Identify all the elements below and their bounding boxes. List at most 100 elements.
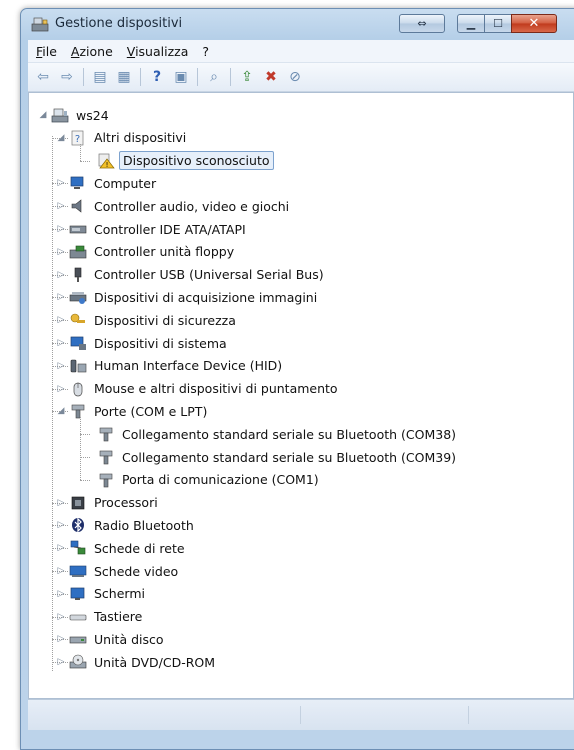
toolbar-separator <box>197 68 198 86</box>
menu-azione[interactable]: Azione <box>71 44 113 59</box>
help-icon[interactable]: ? <box>146 67 168 87</box>
expand-arrow-icon[interactable]: ▷ <box>57 589 65 599</box>
tree-category-unit-dvd-cd-rom[interactable]: ▷ Unità DVD/CD-ROM <box>58 651 218 673</box>
view-icon[interactable]: ▦ <box>113 67 135 87</box>
device-tree[interactable]: ◢ ws24 ◢? Altri dispositivi! Dispositivo sco… <box>28 92 574 699</box>
resize-button[interactable]: ⇔ <box>399 14 445 33</box>
tree-device-dispositivo-sconosciuto[interactable]: ! Dispositivo sconosciuto <box>97 150 274 172</box>
processor-icon <box>69 495 87 511</box>
port-icon <box>97 426 115 442</box>
disk-drive-icon <box>69 631 87 647</box>
tree-category-schermi[interactable]: ▷ Schermi <box>58 583 148 605</box>
monitor-icon <box>69 586 87 602</box>
tree-item-label: Tastiere <box>94 609 143 625</box>
tree-item-label: Processori <box>94 495 158 511</box>
expand-arrow-icon[interactable]: ▷ <box>57 224 65 234</box>
expand-arrow-icon[interactable]: ▷ <box>57 612 65 622</box>
tree-item-label: Computer <box>94 175 157 191</box>
console-icon[interactable]: ▣ <box>170 67 192 87</box>
tree-item-label: Human Interface Device (HID) <box>94 358 283 374</box>
maximize-icon: ☐ <box>493 17 503 30</box>
tree-category-controller-ide-ata-atapi[interactable]: ▷ Controller IDE ATA/ATAPI <box>58 218 249 240</box>
expand-arrow-icon[interactable]: ▷ <box>57 315 65 325</box>
expand-arrow-icon[interactable]: ▷ <box>57 498 65 508</box>
tree-category-human-interface-device-hid[interactable]: ▷ Human Interface Device (HID) <box>58 355 285 377</box>
tree-category-schede-di-rete[interactable]: ▷ Schede di rete <box>58 537 188 559</box>
tree-category-computer[interactable]: ▷ Computer <box>58 172 159 194</box>
expand-arrow-icon[interactable]: ▷ <box>57 270 65 280</box>
expand-arrow-icon[interactable]: ▷ <box>57 201 65 211</box>
warning-device-icon: ! <box>97 153 115 169</box>
status-divider <box>468 706 469 724</box>
tree-connector-line <box>80 143 81 161</box>
expand-arrow-icon[interactable]: ▷ <box>57 520 65 530</box>
computer-icon <box>69 175 87 191</box>
close-icon: ✕ <box>528 16 540 31</box>
title-bar[interactable]: Gestione dispositivi ⇔ ▁ ☐ ✕ <box>21 9 574 39</box>
expand-arrow-icon[interactable]: ▷ <box>57 566 65 576</box>
tree-item-label: Altri dispositivi <box>94 130 187 146</box>
dvd-drive-icon <box>69 654 87 670</box>
expand-arrow-icon[interactable]: ▷ <box>57 338 65 348</box>
status-divider <box>300 706 301 724</box>
expand-arrow-icon[interactable]: ▷ <box>57 247 65 257</box>
tree-connector-line <box>80 457 90 458</box>
expand-arrow-icon[interactable]: ▷ <box>57 361 65 371</box>
tree-category-radio-bluetooth[interactable]: ▷ Radio Bluetooth <box>58 514 197 536</box>
uninstall-device-icon[interactable]: ✖ <box>260 67 282 87</box>
tree-category-tastiere[interactable]: ▷ Tastiere <box>58 606 145 628</box>
tree-device-porta-di-comunicazione-com1[interactable]: Porta di comunicazione (COM1) <box>97 469 322 491</box>
tree-item-label: Schede di rete <box>94 540 185 556</box>
tree-category-controller-audio-video-e-giochi[interactable]: ▷ Controller audio, video e giochi <box>58 195 292 217</box>
tree-item-label: Schede video <box>94 563 179 579</box>
tree-item-label: Radio Bluetooth <box>94 517 194 533</box>
expand-arrow-icon[interactable]: ▷ <box>57 384 65 394</box>
disable-device-icon[interactable]: ⊘ <box>284 67 306 87</box>
tree-category-dispositivi-di-sicurezza[interactable]: ▷ Dispositivi di sicurezza <box>58 309 239 331</box>
minimize-icon: ▁ <box>466 17 476 30</box>
computer-root-icon <box>51 107 69 123</box>
collapse-arrow-icon[interactable]: ◢ <box>57 406 65 416</box>
tree-category-altri-dispositivi[interactable]: ◢? Altri dispositivi <box>58 127 189 149</box>
tree-item-label: Porta di comunicazione (COM1) <box>122 472 319 488</box>
update-driver-icon[interactable]: ⇪ <box>236 67 258 87</box>
tree-device-collegamento-standard-seriale-su-bluetooth-com38[interactable]: Collegamento standard seriale su Bluetoo… <box>97 423 459 445</box>
expand-arrow-icon[interactable]: ▷ <box>57 657 65 667</box>
minimize-button[interactable]: ▁ <box>457 14 485 33</box>
tree-item-label: Unità DVD/CD-ROM <box>94 654 216 670</box>
tree-category-porte-com-e-lpt[interactable]: ◢ Porte (COM e LPT) <box>58 400 210 422</box>
expand-arrow-icon[interactable]: ▷ <box>57 634 65 644</box>
maximize-button[interactable]: ☐ <box>484 14 512 33</box>
expand-arrow-icon[interactable]: ▷ <box>57 543 65 553</box>
tree-category-controller-unit-floppy[interactable]: ▷ Controller unità floppy <box>58 241 237 263</box>
scanner-icon <box>69 289 87 305</box>
menu-visualizza[interactable]: Visualizza <box>127 44 189 59</box>
scan-hardware-icon[interactable]: ⌕ <box>203 67 225 87</box>
tree-item-label: Porte (COM e LPT) <box>94 403 208 419</box>
collapse-arrow-icon[interactable]: ◢ <box>39 110 47 120</box>
tree-device-collegamento-standard-seriale-su-bluetooth-com39[interactable]: Collegamento standard seriale su Bluetoo… <box>97 446 459 468</box>
collapse-arrow-icon[interactable]: ◢ <box>57 133 65 143</box>
tree-item-label: Controller USB (Universal Serial Bus) <box>94 267 324 283</box>
tree-category-mouse-e-altri-dispositivi-di-puntamento[interactable]: ▷ Mouse e altri dispositivi di puntamento <box>58 378 341 400</box>
tree-category-controller-usb-universal-serial-bus[interactable]: ▷ Controller USB (Universal Serial Bus) <box>58 264 327 286</box>
expand-arrow-icon[interactable]: ▷ <box>57 292 65 302</box>
tree-category-dispositivi-di-acquisizione-immagini[interactable]: ▷ Dispositivi di acquisizione immagini <box>58 286 320 308</box>
resize-arrows-icon: ⇔ <box>417 17 427 30</box>
menu-file[interactable]: File <box>36 44 57 59</box>
tree-category-unit-disco[interactable]: ▷ Unità disco <box>58 628 167 650</box>
close-button[interactable]: ✕ <box>511 14 557 33</box>
tree-root-item[interactable]: ◢ ws24 <box>40 104 112 126</box>
menu-help[interactable]: ? <box>202 44 209 59</box>
system-device-icon <box>69 335 87 351</box>
tree-category-dispositivi-di-sistema[interactable]: ▷ Dispositivi di sistema <box>58 332 230 354</box>
forward-arrow-icon[interactable]: ⇨ <box>56 67 78 87</box>
back-arrow-icon[interactable]: ⇦ <box>32 67 54 87</box>
tree-item-label: Dispositivo sconosciuto <box>119 151 274 171</box>
tree-item-label: Dispositivi di sistema <box>94 335 227 351</box>
properties-icon[interactable]: ▤ <box>89 67 111 87</box>
tree-category-schede-video[interactable]: ▷ Schede video <box>58 560 181 582</box>
tree-category-processori[interactable]: ▷ Processori <box>58 492 161 514</box>
svg-text:!: ! <box>106 161 109 169</box>
expand-arrow-icon[interactable]: ▷ <box>57 178 65 188</box>
